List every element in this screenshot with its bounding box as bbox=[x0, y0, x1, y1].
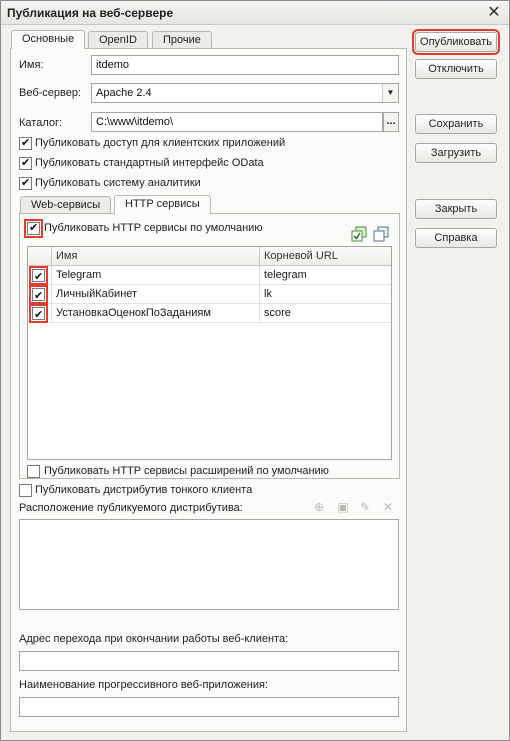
window-title: Публикация на веб-сервере bbox=[7, 6, 174, 20]
header-check bbox=[28, 247, 52, 266]
table-header: Имя Корневой URL bbox=[28, 247, 391, 266]
table-row[interactable]: Telegram telegram bbox=[28, 266, 391, 285]
http-extensions-checkbox[interactable] bbox=[27, 465, 40, 478]
tab-main[interactable]: Основные bbox=[11, 30, 86, 49]
catalog-input[interactable]: C:\www\itdemo\ bbox=[91, 112, 383, 132]
row-check-cell bbox=[28, 285, 52, 304]
pwa-name-label: Наименование прогрессивного веб-приложен… bbox=[19, 679, 269, 691]
row-name: Telegram bbox=[52, 266, 260, 285]
help-button[interactable]: Справка bbox=[415, 228, 497, 248]
name-input[interactable]: itdemo bbox=[91, 55, 399, 75]
delete-icon[interactable]: ✕ bbox=[381, 500, 395, 514]
catalog-label: Каталог: bbox=[19, 117, 63, 129]
row-check-cell bbox=[28, 304, 52, 323]
http-services-table: Имя Корневой URL Telegram telegram Личны… bbox=[27, 246, 392, 460]
uncheck-all-icon[interactable] bbox=[373, 226, 389, 242]
row-checkbox[interactable] bbox=[29, 266, 48, 285]
name-label: Имя: bbox=[19, 59, 44, 71]
http-default-label: Публиковать HTTP сервисы по умолчанию bbox=[44, 222, 263, 234]
client-apps-checkbox[interactable] bbox=[19, 136, 32, 150]
row-check-cell bbox=[28, 266, 52, 285]
http-extensions-label: Публиковать HTTP сервисы расширений по у… bbox=[44, 465, 329, 477]
server-label: Веб-сервер: bbox=[19, 87, 82, 99]
exit-url-input[interactable] bbox=[19, 651, 399, 671]
edit-icon[interactable]: ✎ bbox=[358, 500, 372, 514]
distribution-list[interactable] bbox=[19, 519, 399, 610]
client-apps-label: Публиковать доступ для клиентских прилож… bbox=[35, 137, 286, 149]
publish-dialog: Публикация на веб-сервере ✕ Опубликовать… bbox=[0, 0, 510, 741]
odata-checkbox[interactable] bbox=[19, 156, 32, 170]
row-name: ЛичныйКабинет bbox=[52, 285, 260, 304]
row-name: УстановкаОценокПоЗаданиям bbox=[52, 304, 260, 323]
row-url: score bbox=[264, 307, 291, 319]
main-tab-panel: Имя: itdemo Веб-сервер: Apache 2.4 ▼ Кат… bbox=[10, 48, 407, 732]
header-name[interactable]: Имя bbox=[52, 247, 260, 266]
tab-web-services[interactable]: Web-сервисы bbox=[20, 196, 112, 214]
close-button[interactable]: Закрыть bbox=[415, 199, 497, 219]
publish-button[interactable]: Опубликовать bbox=[412, 29, 500, 55]
server-value: Apache 2.4 bbox=[96, 87, 152, 99]
http-services-panel: Публиковать HTTP сервисы по умолчанию Им… bbox=[19, 213, 400, 479]
save-button[interactable]: Сохранить bbox=[415, 114, 497, 134]
http-default-checkbox[interactable] bbox=[24, 219, 43, 238]
browse-catalog-button[interactable]: ... bbox=[383, 112, 399, 132]
pwa-name-input[interactable] bbox=[19, 697, 399, 717]
load-button[interactable]: Загрузить bbox=[415, 143, 497, 163]
disable-button[interactable]: Отключить bbox=[415, 59, 497, 79]
copy-icon[interactable]: ▣ bbox=[336, 500, 350, 514]
analytics-label: Публиковать систему аналитики bbox=[35, 177, 201, 189]
check-all-icon[interactable] bbox=[351, 226, 367, 242]
add-icon[interactable]: ⊕ bbox=[312, 500, 326, 514]
table-row[interactable]: ЛичныйКабинет lk bbox=[28, 285, 391, 304]
odata-label: Публиковать стандартный интерфейс OData bbox=[35, 157, 264, 169]
distribution-location-label: Расположение публикуемого дистрибутива: bbox=[19, 502, 243, 514]
header-root-url[interactable]: Корневой URL bbox=[260, 247, 391, 266]
server-select[interactable]: Apache 2.4 ▼ bbox=[91, 83, 399, 103]
tab-http-services[interactable]: HTTP сервисы bbox=[114, 195, 211, 214]
title-bar: Публикация на веб-сервере ✕ bbox=[1, 1, 509, 25]
chevron-down-icon[interactable]: ▼ bbox=[382, 84, 398, 102]
row-url: lk bbox=[264, 288, 272, 300]
tab-openid[interactable]: OpenID bbox=[88, 31, 148, 49]
analytics-checkbox[interactable] bbox=[19, 176, 32, 190]
row-checkbox[interactable] bbox=[29, 285, 48, 304]
row-url: telegram bbox=[264, 269, 307, 281]
close-icon[interactable]: ✕ bbox=[485, 3, 503, 21]
row-checkbox[interactable] bbox=[29, 304, 48, 323]
thin-client-checkbox[interactable] bbox=[19, 484, 32, 497]
tab-other[interactable]: Прочие bbox=[152, 31, 212, 49]
thin-client-label: Публиковать дистрибутив тонкого клиента bbox=[35, 484, 253, 496]
exit-url-label: Адрес перехода при окончании работы веб-… bbox=[19, 633, 289, 645]
table-row[interactable]: УстановкаОценокПоЗаданиям score bbox=[28, 304, 391, 323]
